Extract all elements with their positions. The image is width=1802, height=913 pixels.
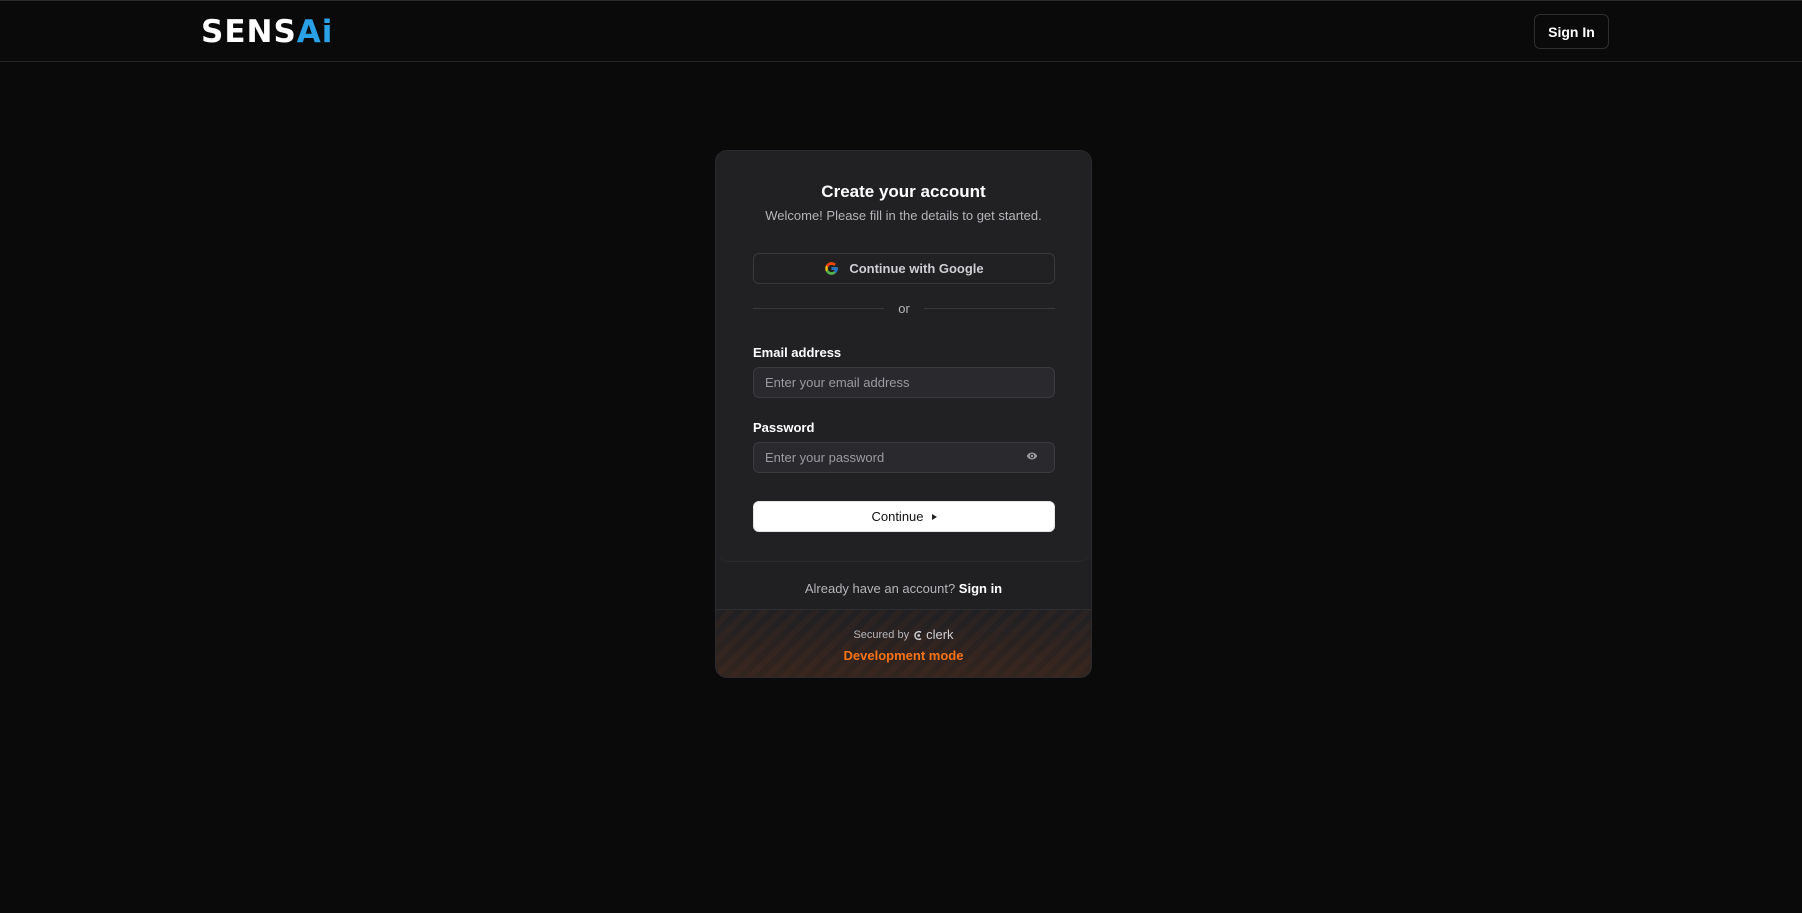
sign-up-card: Create your account Welcome! Please fill… <box>715 150 1092 678</box>
email-input[interactable] <box>753 367 1055 398</box>
continue-button-label: Continue <box>871 509 924 524</box>
development-mode-text: Development mode <box>843 648 964 663</box>
secured-by-text: Secured by <box>853 628 910 641</box>
clerk-brand-text: clerk <box>926 627 954 642</box>
header-sign-in-button[interactable]: Sign In <box>1534 14 1609 49</box>
password-input[interactable] <box>753 442 1055 473</box>
logo-text-part1: SENS <box>201 14 297 50</box>
sign-in-prompt: Already have an account? Sign in <box>716 581 1091 596</box>
divider-line-left <box>753 307 885 309</box>
email-label: Email address <box>753 345 842 360</box>
top-header: SENS Ai Sign In <box>0 1 1802 62</box>
google-button-label: Continue with Google <box>849 261 984 276</box>
divider-line-right <box>923 307 1055 309</box>
sign-up-form: Create your account Welcome! Please fill… <box>716 151 1091 561</box>
card-subtitle: Welcome! Please fill in the details to g… <box>765 208 1042 223</box>
sign-in-link[interactable]: Sign in <box>959 581 1002 596</box>
divider-text: or <box>898 300 910 316</box>
or-divider: or <box>753 299 1055 317</box>
eye-icon[interactable] <box>1022 446 1042 466</box>
continue-button[interactable]: Continue <box>753 501 1055 532</box>
sign-in-prompt-text: Already have an account? <box>804 581 956 596</box>
logo-text-part2: Ai <box>296 14 334 50</box>
password-label: Password <box>753 420 815 435</box>
clerk-brand-link[interactable]: clerk <box>913 627 954 642</box>
play-arrow-icon <box>931 513 937 520</box>
sensai-logo[interactable]: SENS Ai <box>201 14 333 50</box>
page: SENS Ai Sign In Create your account Welco… <box>0 0 1802 913</box>
secured-by-clerk: Secured by clerk <box>716 627 1091 642</box>
google-icon <box>824 261 839 276</box>
continue-with-google-button[interactable]: Continue with Google <box>753 253 1055 284</box>
clerk-logo-icon <box>913 629 924 641</box>
development-mode-banner: Secured by clerk Development mode <box>716 609 1091 677</box>
card-title: Create your account <box>821 182 986 201</box>
